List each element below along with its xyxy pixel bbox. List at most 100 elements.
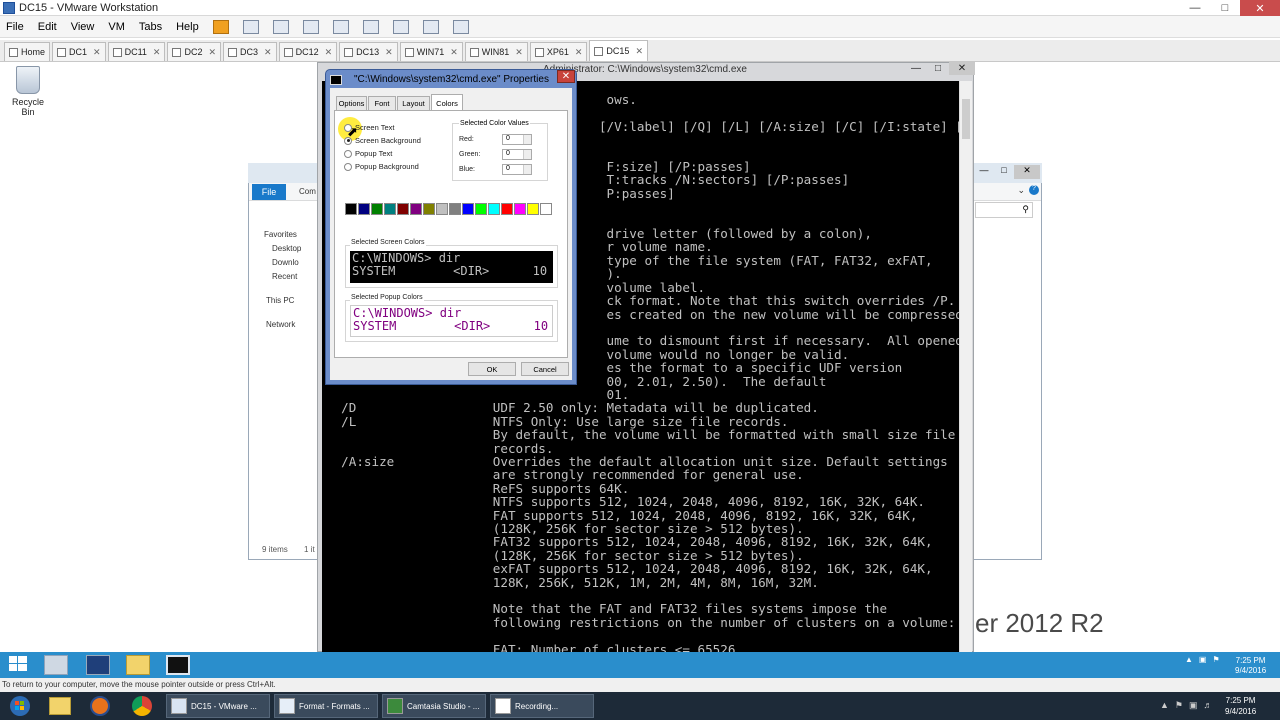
- minimize-button[interactable]: —: [974, 165, 994, 179]
- palette-swatch[interactable]: [371, 203, 383, 215]
- minimize-button[interactable]: —: [1180, 0, 1210, 16]
- snapshot-manager-icon[interactable]: [332, 19, 349, 34]
- chrome-icon[interactable]: [126, 694, 158, 718]
- start-button[interactable]: [8, 655, 32, 675]
- nav-desktop[interactable]: Desktop: [254, 242, 314, 256]
- host-clock[interactable]: 7:25 PM 9/4/2016: [1225, 695, 1256, 717]
- tab-dc15[interactable]: DC15 ✕: [589, 40, 648, 61]
- palette-swatch[interactable]: [358, 203, 370, 215]
- menu-tabs[interactable]: Tabs: [139, 21, 162, 33]
- flag-icon[interactable]: ⚑: [1175, 700, 1183, 711]
- tab-font[interactable]: Font: [368, 96, 396, 110]
- cmd-scrollbar[interactable]: [959, 81, 972, 652]
- tab-dc1[interactable]: DC1 ✕: [52, 42, 106, 61]
- tab-dc11[interactable]: DC11 ✕: [107, 42, 166, 61]
- spinner-arrows[interactable]: [523, 165, 531, 174]
- host-task-camtasia[interactable]: Camtasia Studio - ...: [382, 694, 486, 718]
- nav-downloads[interactable]: Downlo: [254, 256, 314, 270]
- close-tab-icon[interactable]: ✕: [635, 46, 643, 57]
- menu-view[interactable]: View: [71, 21, 95, 33]
- close-tab-icon[interactable]: ✕: [93, 47, 101, 58]
- menu-vm[interactable]: VM: [108, 21, 125, 33]
- spinner-arrows[interactable]: [523, 150, 531, 159]
- dialog-close-button[interactable]: ✕: [557, 70, 575, 83]
- palette-swatch[interactable]: [345, 203, 357, 215]
- network-icon[interactable]: ▣: [1189, 700, 1198, 711]
- console-view-icon[interactable]: [452, 19, 469, 34]
- close-tab-icon[interactable]: ✕: [575, 47, 583, 58]
- scroll-thumb[interactable]: [962, 99, 970, 139]
- host-task-format[interactable]: Format - Formats ...: [274, 694, 378, 718]
- tab-colors[interactable]: Colors: [431, 94, 463, 111]
- close-button[interactable]: ✕: [1240, 0, 1280, 16]
- tab-xp61[interactable]: XP61 ✕: [529, 42, 588, 61]
- palette-swatch[interactable]: [462, 203, 474, 215]
- tab-dc13[interactable]: DC13 ✕: [339, 42, 398, 61]
- host-task-vmware[interactable]: DC15 - VMware ...: [166, 694, 270, 718]
- full-screen-icon[interactable]: [392, 19, 409, 34]
- tab-win81[interactable]: WIN81 ✕: [464, 42, 528, 61]
- ribbon-file-tab[interactable]: File: [252, 184, 286, 200]
- action-center-icon[interactable]: ⚑: [1212, 655, 1219, 664]
- palette-swatch[interactable]: [501, 203, 513, 215]
- explorer-search-input[interactable]: ⚲: [975, 202, 1033, 218]
- red-spinner[interactable]: 0: [502, 134, 532, 145]
- cmd-taskbar-icon[interactable]: [166, 655, 190, 675]
- close-tab-icon[interactable]: ✕: [325, 47, 333, 58]
- ribbon-expand-icon[interactable]: ⌄: [1017, 185, 1025, 196]
- menu-help[interactable]: Help: [176, 21, 199, 33]
- host-task-recording[interactable]: Recording...: [490, 694, 594, 718]
- palette-swatch[interactable]: [514, 203, 526, 215]
- help-icon[interactable]: ?: [1029, 185, 1039, 195]
- palette-swatch[interactable]: [384, 203, 396, 215]
- close-tab-icon[interactable]: ✕: [208, 47, 216, 58]
- server-manager-icon[interactable]: [44, 655, 68, 675]
- palette-swatch[interactable]: [488, 203, 500, 215]
- firefox-icon[interactable]: [84, 694, 116, 718]
- nav-favorites[interactable]: Favorites: [254, 228, 314, 242]
- spinner-arrows[interactable]: [523, 135, 531, 144]
- palette-swatch[interactable]: [475, 203, 487, 215]
- ok-button[interactable]: OK: [468, 362, 516, 376]
- snapshot-icon[interactable]: [272, 19, 289, 34]
- cancel-button[interactable]: Cancel: [521, 362, 569, 376]
- close-tab-icon[interactable]: ✕: [515, 47, 523, 58]
- nav-network[interactable]: Network: [254, 318, 314, 332]
- unity-icon[interactable]: [422, 19, 439, 34]
- menu-file[interactable]: File: [6, 21, 24, 33]
- tab-home[interactable]: Home: [4, 42, 51, 61]
- ribbon-tab-computer[interactable]: Com: [299, 187, 316, 196]
- palette-swatch[interactable]: [449, 203, 461, 215]
- radio-popup-background[interactable]: Popup Background: [344, 162, 419, 171]
- blue-spinner[interactable]: 0: [502, 164, 532, 175]
- tray-chevron-icon[interactable]: ▲: [1185, 655, 1193, 664]
- show-library-icon[interactable]: [362, 19, 379, 34]
- minimize-button[interactable]: —: [905, 62, 927, 75]
- tab-dc2[interactable]: DC2 ✕: [167, 42, 222, 61]
- pause-icon[interactable]: [212, 19, 229, 34]
- host-explorer-icon[interactable]: [44, 694, 76, 718]
- maximize-button[interactable]: □: [1210, 0, 1240, 16]
- close-tab-icon[interactable]: ✕: [153, 47, 161, 58]
- nav-this-pc[interactable]: This PC: [254, 294, 314, 308]
- green-spinner[interactable]: 0: [502, 149, 532, 160]
- revert-snapshot-icon[interactable]: [302, 19, 319, 34]
- palette-swatch[interactable]: [423, 203, 435, 215]
- close-tab-icon[interactable]: ✕: [385, 47, 393, 58]
- nav-recent[interactable]: Recent: [254, 270, 314, 284]
- tab-dc12[interactable]: DC12 ✕: [278, 42, 338, 61]
- host-start-button[interactable]: [4, 694, 36, 718]
- tab-dc3[interactable]: DC3 ✕: [223, 42, 277, 61]
- tab-win71[interactable]: WIN71 ✕: [399, 42, 463, 61]
- tab-layout[interactable]: Layout: [397, 96, 430, 110]
- volume-icon[interactable]: ♬: [1204, 700, 1213, 711]
- palette-swatch[interactable]: [410, 203, 422, 215]
- tab-options[interactable]: Options: [336, 96, 367, 110]
- palette-swatch[interactable]: [397, 203, 409, 215]
- close-tab-icon[interactable]: ✕: [450, 47, 458, 58]
- palette-swatch[interactable]: [527, 203, 539, 215]
- tray-chevron-icon[interactable]: ▲: [1160, 700, 1169, 711]
- menu-edit[interactable]: Edit: [38, 21, 57, 33]
- maximize-button[interactable]: □: [994, 165, 1014, 179]
- send-ctrl-alt-del-icon[interactable]: [242, 19, 259, 34]
